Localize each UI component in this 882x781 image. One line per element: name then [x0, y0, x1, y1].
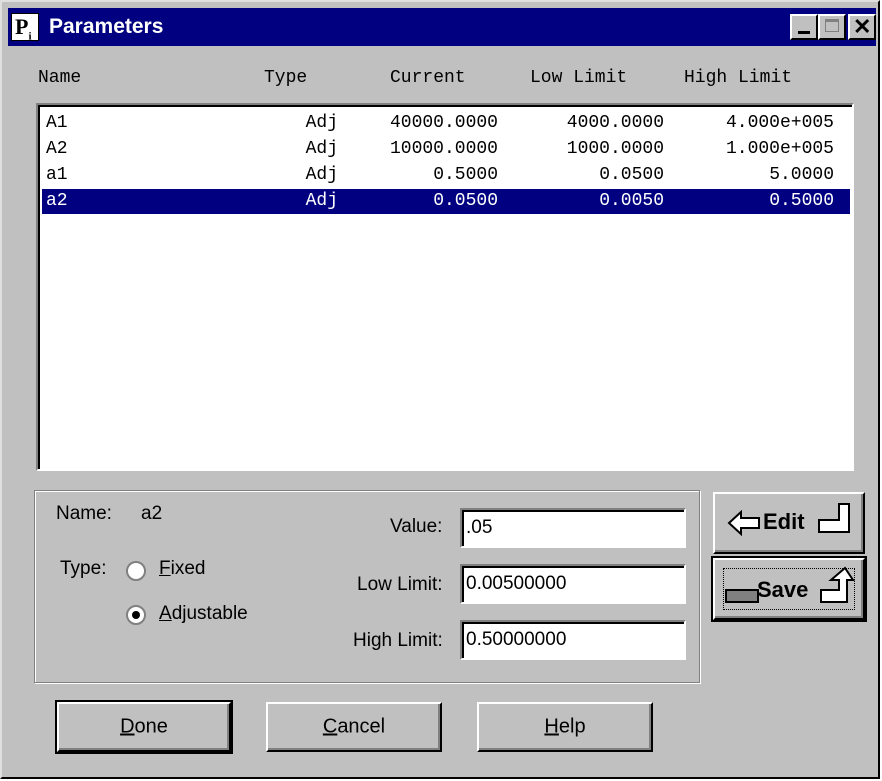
cell-low-limit: 1000.0000: [566, 139, 664, 159]
bar-icon: [725, 589, 759, 603]
maximize-icon: [825, 19, 839, 32]
adjustable-radio[interactable]: [126, 605, 146, 625]
cell-name: A2: [46, 139, 68, 159]
table-row[interactable]: a1 Adj 0.5000 0.0500 5.0000: [42, 163, 850, 188]
value-input[interactable]: .05: [460, 508, 686, 548]
cell-name: a2: [46, 191, 68, 211]
cell-current: 0.5000: [433, 165, 498, 185]
help-button[interactable]: Help: [477, 702, 653, 752]
cell-high-limit: 5.0000: [769, 165, 834, 185]
edit-button[interactable]: Edit: [713, 492, 865, 554]
cell-type: Adj: [305, 139, 338, 159]
column-header-type[interactable]: Type: [264, 68, 307, 88]
title-bar[interactable]: Pi Parameters ✕: [8, 8, 876, 46]
cell-type: Adj: [305, 165, 338, 185]
cell-name: A1: [46, 113, 68, 133]
cell-current: 10000.0000: [389, 139, 498, 159]
left-arrow-icon: [727, 510, 760, 536]
cancel-button[interactable]: Cancel: [266, 702, 442, 752]
app-icon[interactable]: Pi: [11, 13, 39, 42]
up-arrow-icon: [820, 566, 855, 603]
high-limit-label: High Limit:: [353, 630, 443, 651]
column-header-high-limit[interactable]: High Limit: [684, 68, 792, 88]
cell-high-limit: 4.000e+005: [725, 113, 834, 133]
done-button[interactable]: Done: [55, 700, 233, 754]
table-row[interactable]: A1 Adj 40000.0000 4000.0000 4.000e+005: [42, 111, 850, 136]
adjustable-radio-label[interactable]: Adjustable: [159, 603, 248, 625]
close-icon: ✕: [853, 14, 872, 39]
radio-selected-dot: [132, 611, 140, 619]
cell-current: 40000.0000: [389, 113, 498, 133]
cell-low-limit: 0.0050: [599, 191, 664, 211]
column-header-low-limit[interactable]: Low Limit: [530, 68, 627, 88]
table-row-selected[interactable]: a2 Adj 0.0500 0.0050 0.5000: [42, 189, 850, 214]
minimize-icon: [798, 31, 810, 34]
low-limit-input[interactable]: 0.00500000: [460, 564, 686, 604]
fixed-radio[interactable]: [126, 561, 146, 581]
table-row[interactable]: A2 Adj 10000.0000 1000.0000 1.000e+005: [42, 137, 850, 162]
cell-current: 0.0500: [433, 191, 498, 211]
type-label: Type:: [60, 558, 107, 579]
minimize-button[interactable]: [790, 14, 818, 40]
cell-type: Adj: [305, 113, 338, 133]
parameters-window: Pi Parameters ✕ Name Type Current Low Li…: [0, 0, 880, 779]
cell-low-limit: 4000.0000: [566, 113, 664, 133]
cell-name: a1: [46, 165, 68, 185]
cell-high-limit: 1.000e+005: [725, 139, 834, 159]
maximize-button[interactable]: [818, 14, 846, 40]
parameters-list[interactable]: A1 Adj 40000.0000 4000.0000 4.000e+005 A…: [36, 103, 854, 471]
low-limit-label: Low Limit:: [357, 574, 443, 595]
fixed-radio-label[interactable]: Fixed: [159, 558, 205, 580]
close-button[interactable]: ✕: [848, 14, 876, 40]
column-header-current[interactable]: Current: [390, 68, 466, 88]
cell-low-limit: 0.0500: [599, 165, 664, 185]
value-label: Value:: [390, 516, 443, 537]
window-title: Parameters: [49, 15, 164, 38]
high-limit-input[interactable]: 0.50000000: [460, 620, 686, 660]
name-label: Name:: [56, 503, 112, 524]
name-value: a2: [141, 503, 163, 524]
column-header-name[interactable]: Name: [38, 68, 81, 88]
return-arrow-icon: [818, 503, 850, 533]
cell-high-limit: 0.5000: [769, 191, 834, 211]
cell-type: Adj: [305, 191, 338, 211]
save-button[interactable]: Save: [711, 556, 867, 622]
